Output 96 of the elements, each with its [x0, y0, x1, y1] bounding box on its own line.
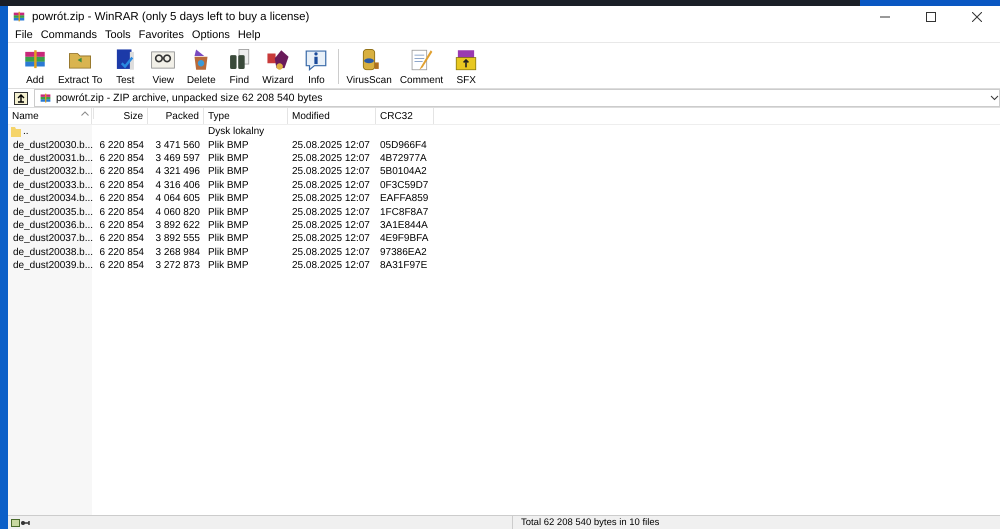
table-cell-text: Plik BMP [207, 180, 250, 191]
table-cell-text: 6 220 854 [98, 260, 145, 272]
table-cell-text: 25.08.2025 12:07 [291, 233, 371, 244]
table-cell-text: 3 469 597 [154, 152, 201, 164]
maximize-icon [926, 12, 936, 22]
menu-item[interactable]: File [11, 29, 37, 41]
column-header[interactable]: CRC32 [376, 108, 434, 124]
table-cell-text: 25.08.2025 12:07 [291, 260, 371, 272]
table-cell-text: 6 220 854 [98, 206, 145, 218]
folder-icon [11, 126, 21, 138]
file-name[interactable]: de_dust20039.b... [13, 260, 94, 272]
table-cell-text: 6 220 854 [98, 246, 145, 258]
file-name[interactable]: de_dust20038.b... [13, 246, 94, 258]
table-cell-text: 3 268 984 [154, 246, 201, 258]
toolbar-button[interactable]: SFX [447, 47, 486, 86]
table-cell-text: Plik BMP [207, 220, 250, 231]
table-cell-text: Plik BMP [207, 166, 250, 178]
address-field[interactable]: powrót.zip - ZIP archive, unpacked size 62 208 540 bytes [34, 89, 1000, 107]
table-cell-text: 8A31F97E [379, 260, 428, 272]
table-cell-text: 25.08.2025 12:07 [291, 152, 371, 164]
file-name[interactable]: de_dust20035.b... [13, 206, 94, 218]
file-name[interactable]: de_dust20032.b... [13, 166, 94, 178]
table-cell-text: 3 272 873 [154, 260, 201, 272]
toolbar-button[interactable]: Add [16, 47, 54, 86]
table-cell-text: Plik BMP [207, 246, 250, 258]
menu-item[interactable]: Commands [36, 29, 101, 41]
table-cell-text: 4 316 406 [154, 180, 201, 191]
table-cell-text: 3 892 622 [154, 220, 201, 231]
table-cell-text: Plik BMP [207, 152, 250, 164]
table-cell-text: 0F3C59D7 [379, 180, 430, 191]
table-cell-text: 4 060 820 [154, 206, 201, 218]
file-name[interactable]: de_dust20034.b... [13, 193, 94, 204]
window-title: powrót.zip - WinRAR (only 5 days left to buy a license) [32, 11, 310, 23]
table-cell-text: Plik BMP [207, 206, 250, 218]
table-cell-text: 3A1E844A [379, 220, 429, 231]
table-cell-text: 25.08.2025 12:07 [291, 140, 371, 151]
table-cell-text: 25.08.2025 12:07 [291, 220, 371, 231]
toolbar-button[interactable]: Wizard [258, 47, 298, 86]
column-header[interactable]: Packed [148, 108, 204, 124]
table-cell-text: Dysk lokalny [207, 126, 266, 138]
table-cell-text: 05D966F4 [379, 140, 428, 151]
drive-key-icon [11, 518, 33, 526]
table-cell-text: Plik BMP [207, 140, 250, 151]
toolbar-button[interactable]: Test [106, 47, 144, 86]
toolbar-button[interactable]: Find [220, 47, 258, 86]
menu-item[interactable]: Options [188, 29, 234, 41]
table-cell-text: 25.08.2025 12:07 [291, 180, 371, 191]
status-text: Total 62 208 540 bytes in 10 files [520, 517, 660, 528]
table-cell-text: 6 220 854 [98, 220, 145, 231]
table-cell-text: 6 220 854 [98, 233, 145, 244]
toolbar-button[interactable]: Comment [396, 47, 448, 86]
column-header[interactable]: Name [8, 108, 92, 124]
table-cell-text: 5B0104A2 [379, 166, 428, 178]
table-cell-text: 6 220 854 [98, 140, 145, 151]
menu-item[interactable]: Tools [100, 29, 135, 41]
column-header[interactable]: Size [92, 108, 148, 124]
table-cell-text: 25.08.2025 12:07 [291, 193, 371, 204]
toolbar-button[interactable]: VirusScan [342, 47, 396, 86]
table-cell-text: 4B72977A [379, 152, 428, 164]
table-cell-text: 25.08.2025 12:07 [291, 166, 371, 178]
table-cell-text: 6 220 854 [98, 180, 145, 191]
menu-item[interactable]: Help [234, 29, 264, 41]
table-cell-text: 97386EA2 [379, 246, 428, 258]
table-cell-text: 4 321 496 [154, 166, 201, 178]
table-cell-text: 4E9F9BFA [379, 233, 430, 244]
table-cell-text: 25.08.2025 12:07 [291, 206, 371, 218]
toolbar-button[interactable]: View [144, 47, 182, 86]
table-cell-text: 6 220 854 [98, 193, 145, 204]
table-cell-text: Plik BMP [207, 260, 250, 272]
file-name[interactable]: de_dust20033.b... [13, 180, 94, 191]
up-folder-icon[interactable] [14, 92, 28, 104]
table-cell-text: 25.08.2025 12:07 [291, 246, 371, 258]
column-header[interactable]: Type [204, 108, 288, 124]
file-name[interactable]: de_dust20030.b... [13, 140, 94, 151]
table-cell-text: 3 892 555 [154, 233, 201, 244]
table-cell-text: 6 220 854 [98, 166, 145, 178]
toolbar-button[interactable]: Delete [182, 47, 220, 86]
file-name[interactable]: .. [23, 126, 29, 138]
table-cell-text: 6 220 854 [98, 152, 145, 164]
table-cell-text: Plik BMP [207, 193, 250, 204]
table-cell-text: 3 471 560 [154, 140, 201, 151]
table-cell-text: EAFFA859 [379, 193, 430, 204]
table-cell-text: 4 064 605 [154, 193, 201, 204]
table-cell-text: 1FC8F8A7 [379, 206, 430, 218]
file-name[interactable]: de_dust20031.b... [13, 152, 94, 164]
toolbar-button[interactable]: Extract To [54, 47, 106, 86]
column-header[interactable]: Modified [288, 108, 376, 124]
app-icon [12, 10, 26, 24]
archive-icon [39, 92, 52, 104]
close-icon [972, 12, 982, 22]
table-cell-text: Plik BMP [207, 233, 250, 244]
file-name[interactable]: de_dust20037.b... [13, 233, 94, 244]
file-name[interactable]: de_dust20036.b... [13, 220, 94, 231]
dropdown-icon [990, 95, 999, 101]
toolbar-button[interactable]: Info [297, 47, 336, 86]
menu-item[interactable]: Favorites [134, 29, 188, 41]
